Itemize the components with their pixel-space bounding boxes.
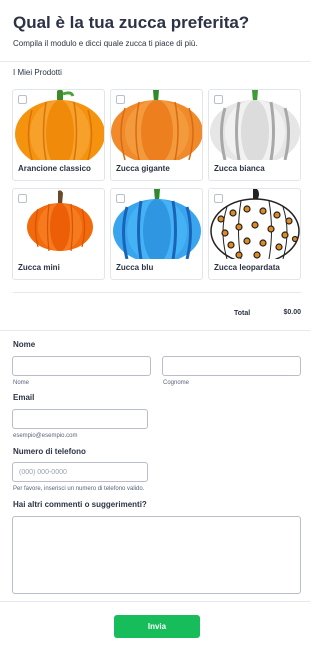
email-input[interactable] (12, 409, 148, 429)
email-label: Email (13, 393, 35, 402)
comments-label: Hai altri commenti o suggerimenti? (13, 500, 147, 509)
product-name: Zucca gigante (116, 164, 170, 173)
form-subtitle: Compila il modulo e dicci quale zucca ti… (13, 39, 198, 48)
product-name: Zucca leopardata (214, 263, 280, 272)
product-card-giant-pumpkin[interactable]: Zucca gigante (110, 89, 203, 181)
first-name-input[interactable] (12, 356, 151, 376)
product-checkbox[interactable] (18, 194, 27, 203)
phone-input[interactable] (12, 462, 148, 482)
product-card-mini-pumpkin[interactable]: Zucca mini (12, 188, 105, 280)
total-value: $0.00 (283, 309, 301, 316)
form-header: Qual è la tua zucca preferita? Compila i… (13, 12, 303, 49)
products-label: I Miei Prodotti (13, 68, 62, 77)
product-card-classic-orange[interactable]: Arancione classico (12, 89, 105, 181)
product-checkbox[interactable] (18, 95, 27, 104)
form-title: Qual è la tua zucca preferita? (13, 13, 250, 32)
name-label: Nome (13, 340, 36, 349)
footer-divider (0, 601, 310, 602)
product-checkbox[interactable] (214, 194, 223, 203)
total-label: Total (234, 310, 251, 317)
product-checkbox[interactable] (116, 194, 125, 203)
comments-textarea[interactable] (12, 516, 301, 594)
product-card-leopard-pumpkin[interactable]: Zucca leopardata (208, 188, 301, 280)
submit-button[interactable]: Invia (114, 615, 200, 638)
product-name: Zucca mini (18, 263, 60, 272)
last-name-sublabel: Cognome (163, 380, 190, 386)
products-divider (13, 292, 301, 293)
product-checkbox[interactable] (116, 95, 125, 104)
total-divider (0, 330, 310, 331)
product-name: Zucca bianca (214, 164, 265, 173)
product-name: Zucca blu (116, 263, 154, 272)
total-row: Total $0.00 (13, 298, 301, 326)
product-card-blue-pumpkin[interactable]: Zucca blu (110, 188, 203, 280)
last-name-input[interactable] (162, 356, 301, 376)
phone-sublabel: Per favore, inserisci un numero di telef… (13, 486, 145, 492)
product-name: Arancione classico (18, 164, 91, 173)
header-divider (0, 61, 310, 62)
first-name-sublabel: Nome (13, 380, 30, 386)
phone-label: Numero di telefono (13, 447, 86, 456)
product-card-white-pumpkin[interactable]: Zucca bianca (208, 89, 301, 181)
product-checkbox[interactable] (214, 95, 223, 104)
email-sublabel: esempio@esempio.com (13, 433, 78, 439)
